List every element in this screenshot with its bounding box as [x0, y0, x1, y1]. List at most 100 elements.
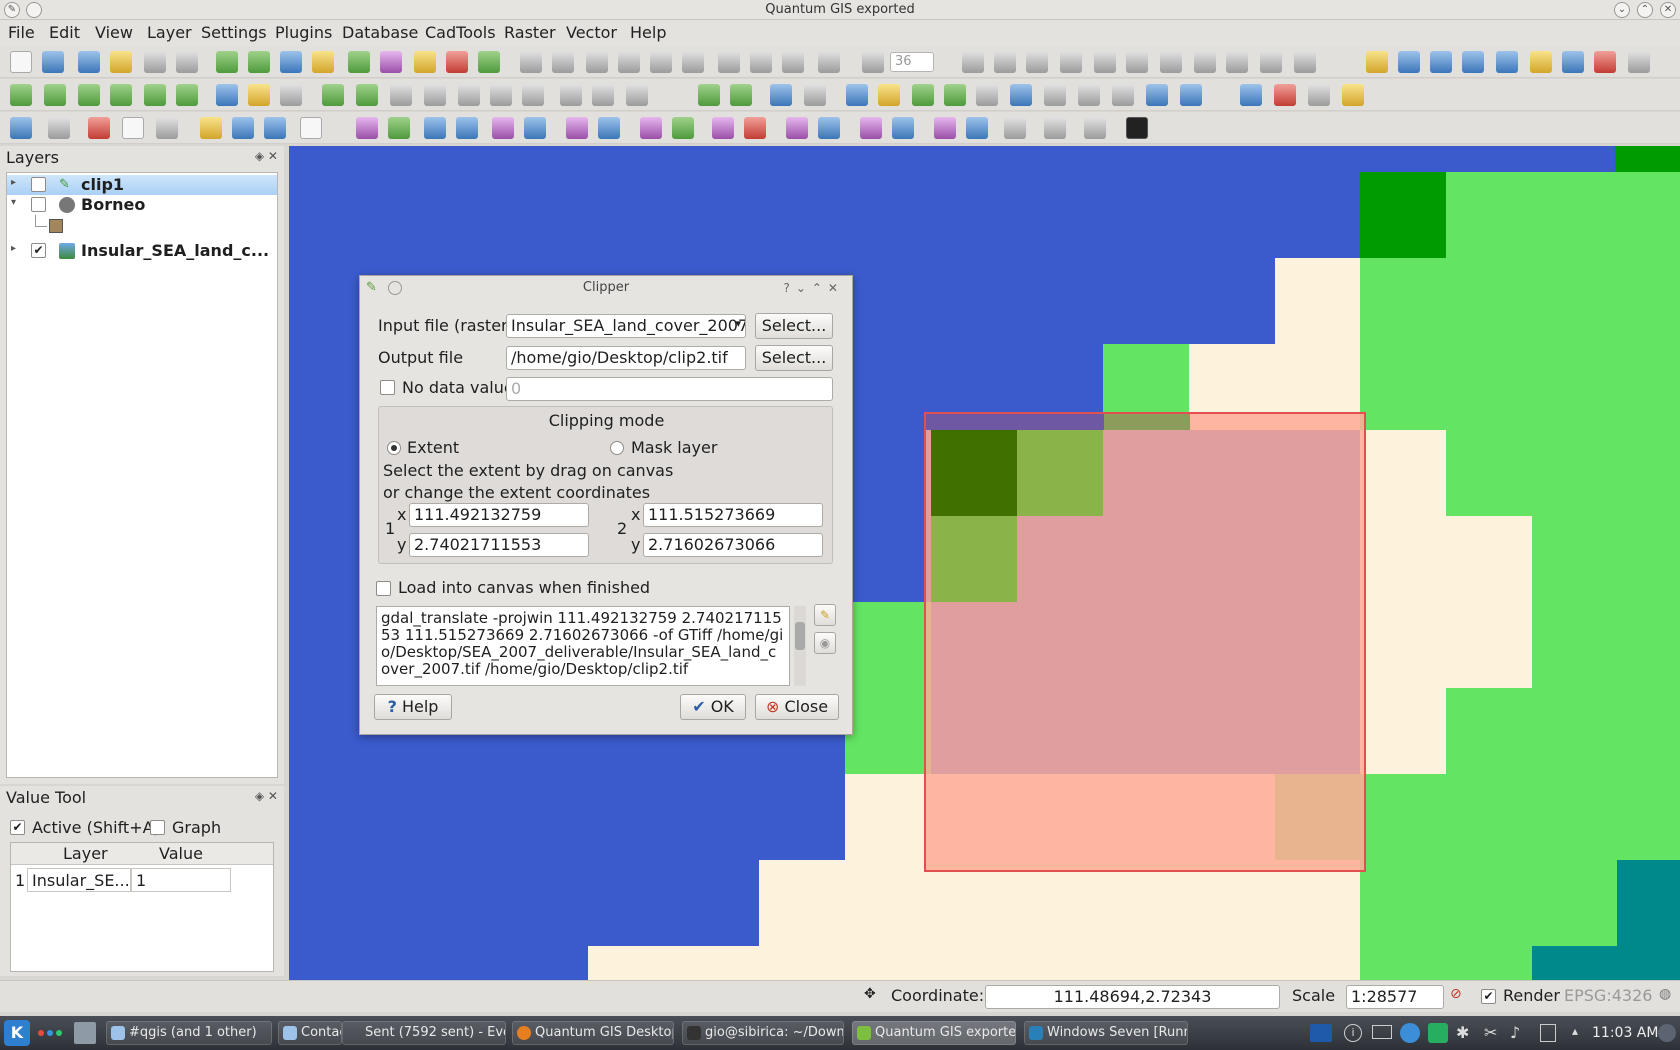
point-tool-icon[interactable]: [424, 84, 446, 106]
network-tool-icon[interactable]: [1240, 84, 1262, 106]
tray-settings-icon[interactable]: ✱: [1456, 1023, 1469, 1042]
cad-tool-5-icon[interactable]: [492, 117, 514, 139]
close-window-icon[interactable]: ✕: [1660, 2, 1676, 18]
table-tool-icon[interactable]: [846, 84, 868, 106]
tray-expand-icon[interactable]: ▴: [1572, 1024, 1578, 1038]
input-file-select[interactable]: Insular_SEA_land_cover_2007 ▾: [506, 314, 746, 338]
reset-command-icon[interactable]: ◉: [814, 632, 836, 654]
style-tool-icon[interactable]: [592, 84, 614, 106]
print-composer-icon[interactable]: [144, 51, 166, 73]
menu-cadtools[interactable]: CadTools: [425, 23, 496, 42]
measure-icon[interactable]: [156, 117, 178, 139]
task-irc[interactable]: #qgis (and 1 other): [106, 1021, 272, 1045]
layer-item-borneo[interactable]: ▾ Borneo: [7, 195, 277, 215]
toggle-editing-icon[interactable]: [520, 51, 542, 73]
cad-tool-10-icon[interactable]: [672, 117, 694, 139]
x1-field[interactable]: 111.492132759: [409, 503, 589, 527]
select-icon[interactable]: [48, 117, 70, 139]
delete-part-icon[interactable]: [1160, 51, 1182, 73]
simplify-icon[interactable]: [1026, 51, 1048, 73]
connect-tool-icon[interactable]: [1308, 84, 1330, 106]
kde-menu-icon[interactable]: K: [4, 1020, 30, 1046]
expand-arrow-icon[interactable]: ▸: [11, 243, 16, 254]
coordinate-toggle-icon[interactable]: ✥: [864, 986, 876, 1002]
d2s-tool-icon[interactable]: [878, 84, 900, 106]
dock-controls[interactable]: ◈ ✕: [255, 149, 278, 163]
tray-screen-icon[interactable]: [1310, 1024, 1332, 1042]
output-file-field[interactable]: /home/gio/Desktop/clip2.tif: [506, 346, 746, 370]
expand-arrow-icon[interactable]: ▸: [11, 177, 16, 188]
add-wcs-icon[interactable]: [478, 51, 500, 73]
deselect-icon[interactable]: [88, 117, 110, 139]
split-features-icon[interactable]: [1226, 51, 1248, 73]
maximize-icon[interactable]: ⌃: [1637, 2, 1653, 18]
scrollbar-thumb[interactable]: [795, 622, 805, 650]
active-checkbox[interactable]: ✔: [10, 820, 25, 835]
cad-tool-9-icon[interactable]: [640, 117, 662, 139]
globe-icon[interactable]: [1010, 84, 1032, 106]
tray-volume-icon[interactable]: ♪: [1510, 1023, 1520, 1042]
command-scrollbar[interactable]: [794, 606, 806, 686]
help-button[interactable]: ? Help: [374, 694, 452, 720]
cad-tool-21-icon[interactable]: [1084, 117, 1106, 139]
raster-clip-icon[interactable]: [176, 84, 198, 106]
crs-label[interactable]: EPSG:4326: [1564, 986, 1652, 1005]
command-text-area[interactable]: gdal_translate -projwin 111.492132759 2.…: [376, 606, 790, 686]
offset-curve-icon[interactable]: [1294, 51, 1316, 73]
move-feature-icon[interactable]: [618, 51, 640, 73]
paste-features-icon[interactable]: [782, 51, 804, 73]
label-tool-icon[interactable]: [560, 84, 582, 106]
pin-tool-icon[interactable]: [626, 84, 648, 106]
vector-analysis-icon[interactable]: [248, 84, 270, 106]
arc-tool-icon[interactable]: [458, 84, 480, 106]
zoom-selection-icon[interactable]: [1496, 51, 1518, 73]
menu-help[interactable]: Help: [630, 23, 666, 42]
tray-info-icon[interactable]: i: [1344, 1024, 1362, 1042]
raster-translate-icon[interactable]: [78, 84, 100, 106]
add-wfs-icon[interactable]: [380, 51, 402, 73]
node-tool-icon[interactable]: [650, 51, 672, 73]
task-qgis-desktop[interactable]: Quantum GIS Desktop - E: [512, 1021, 674, 1045]
help-whats-this-icon[interactable]: [804, 84, 826, 106]
layer-item-clip1[interactable]: ▸ ✎ clip1: [7, 175, 277, 195]
scale-field[interactable]: 1:28577: [1346, 985, 1444, 1009]
cad-tool-4-icon[interactable]: [456, 117, 478, 139]
dialog-menu-icon[interactable]: [388, 281, 402, 295]
pan-icon[interactable]: [1366, 51, 1388, 73]
crs-icon[interactable]: ◍: [1659, 986, 1671, 1002]
python-console-icon[interactable]: [1126, 117, 1148, 139]
menu-view[interactable]: View: [95, 23, 133, 42]
cad-tool-1-icon[interactable]: [356, 117, 378, 139]
image-tool-icon[interactable]: [1342, 84, 1364, 106]
ok-button[interactable]: ✔ OK: [680, 694, 746, 720]
menu-raster[interactable]: Raster: [504, 23, 556, 42]
cad-tool-11-icon[interactable]: [712, 117, 734, 139]
new-project-icon[interactable]: [10, 51, 32, 73]
cad-tool-7-icon[interactable]: [566, 117, 588, 139]
new-bookmark-icon[interactable]: [232, 117, 254, 139]
y2-field[interactable]: 2.71602673066: [643, 533, 823, 557]
cad-tool-13-icon[interactable]: [786, 117, 808, 139]
raster-tool-icon[interactable]: [10, 84, 32, 106]
layer-item-insular-sea[interactable]: ▸ ✔ Insular_SEA_land_c...: [7, 241, 277, 261]
menu-database[interactable]: Database: [342, 23, 418, 42]
cad-tool-14-icon[interactable]: [818, 117, 840, 139]
edit-command-icon[interactable]: ✎: [814, 604, 836, 626]
attribute-table-icon[interactable]: [122, 117, 144, 139]
task-qgis-exported[interactable]: Quantum GIS exported: [852, 1021, 1016, 1045]
raster-info-icon[interactable]: [44, 84, 66, 106]
function-tool-icon[interactable]: [1180, 84, 1202, 106]
y1-field[interactable]: 2.74021711553: [409, 533, 589, 557]
add-feature-icon[interactable]: [586, 51, 608, 73]
polygon-tool-icon[interactable]: [356, 84, 378, 106]
task-terminal[interactable]: gio@sibirica: ~/Downloa: [682, 1021, 844, 1045]
cad-tool-19-icon[interactable]: [1004, 117, 1026, 139]
add-raster-icon[interactable]: [248, 51, 270, 73]
copy-features-icon[interactable]: [750, 51, 772, 73]
rotate-icon[interactable]: [862, 51, 884, 73]
redo-icon[interactable]: [994, 51, 1016, 73]
no-data-spinbox[interactable]: 0: [506, 377, 833, 401]
menu-plugins[interactable]: Plugins: [275, 23, 332, 42]
line-tool-icon[interactable]: [390, 84, 412, 106]
clock[interactable]: 11:03 AM: [1592, 1025, 1658, 1041]
